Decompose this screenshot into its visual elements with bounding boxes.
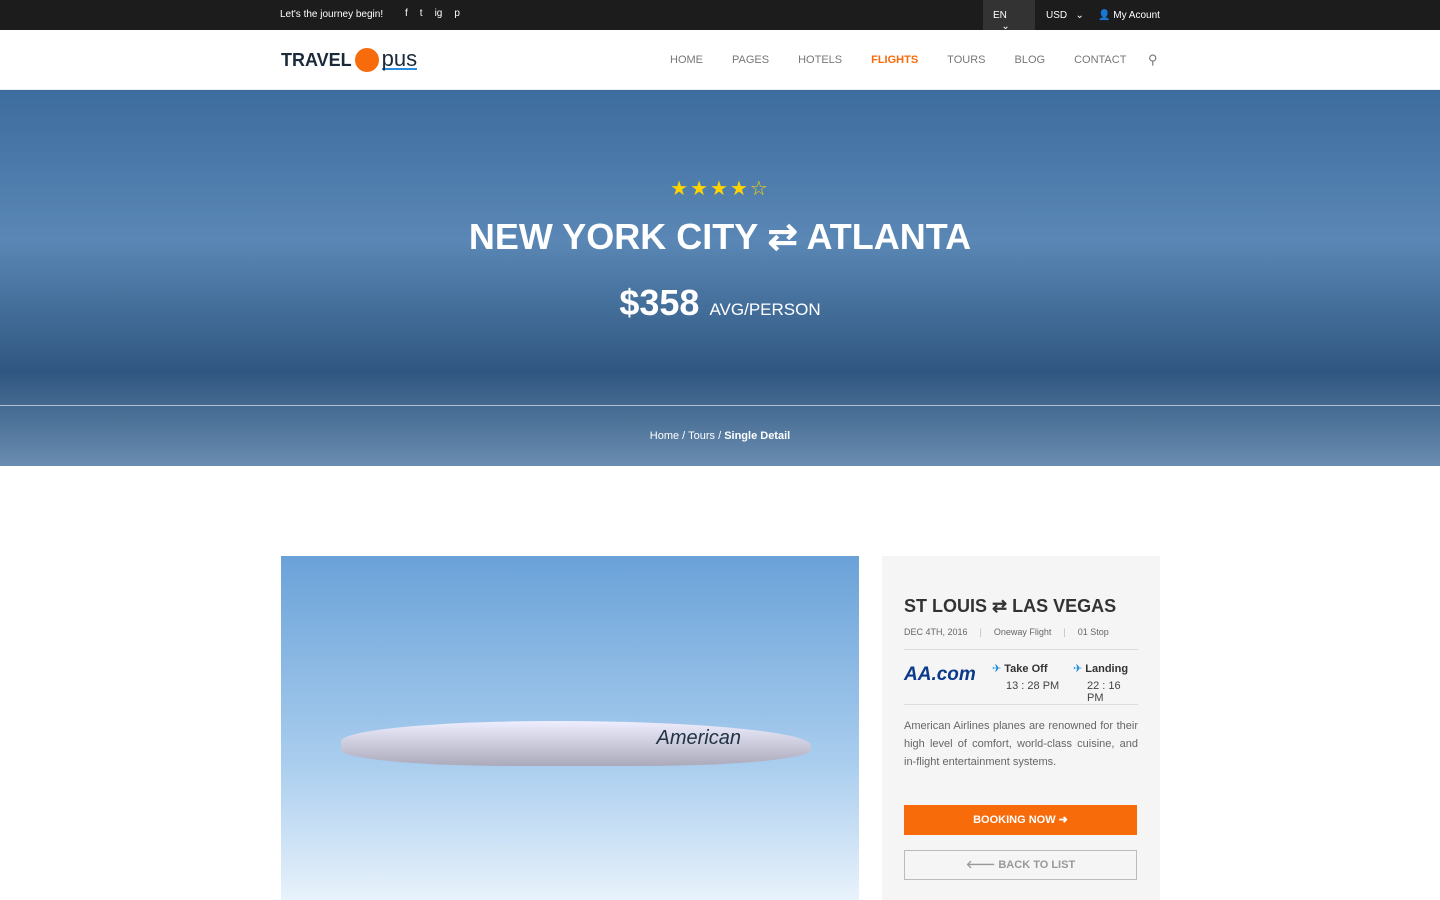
flight-photo: American [281, 556, 859, 900]
destination: ATLANTA [806, 216, 972, 257]
language-select[interactable]: EN ⌄ [983, 0, 1035, 32]
logo-text: TRAVEL [281, 49, 352, 70]
card-origin: ST LOUIS [904, 596, 988, 616]
instagram-icon[interactable]: ig [435, 8, 443, 19]
top-bar: Let's the journey begin! f t ig p EN ⌄ U… [0, 0, 1440, 32]
nav-blog[interactable]: BLOG [1014, 54, 1045, 66]
swap-arrows-icon: ⇄ [767, 216, 798, 257]
card-destination: LAS VEGAS [1012, 596, 1117, 616]
flight-description: American Airlines planes are renowned fo… [904, 720, 1138, 768]
flight-date: DEC 4TH, 2016 [904, 627, 968, 637]
swap-arrows-icon: ⇄ [992, 596, 1008, 616]
plane-icon: ✈ [992, 663, 1002, 675]
tagline: Let's the journey begin! [280, 9, 384, 20]
facebook-icon[interactable]: f [405, 8, 408, 19]
search-icon[interactable]: ⚲ [1148, 52, 1158, 68]
social-links: f t ig p [405, 8, 460, 19]
origin: NEW YORK CITY [468, 216, 758, 257]
booking-now-button[interactable]: BOOKING NOW ➜ [904, 805, 1137, 835]
currency-value: USD [1046, 10, 1068, 21]
takeoff-label: Take Off [1004, 663, 1048, 675]
nav-home[interactable]: HOME [670, 54, 703, 66]
plane-icon: ✈ [1073, 663, 1083, 675]
nav-tours[interactable]: TOURS [947, 54, 985, 66]
main-nav: TRAVEL pus HOME PAGES HOTELS FLIGHTS TOUR… [0, 30, 1440, 90]
breadcrumb-current: Single Detail [724, 430, 791, 442]
divider [0, 405, 1440, 406]
rating-stars: ★★★★☆ [670, 178, 770, 200]
logo-dot [354, 48, 379, 72]
price-value: $358 [619, 282, 700, 323]
card-route: ST LOUIS ⇄ LAS VEGAS [904, 596, 1138, 617]
user-icon: 👤 [1098, 10, 1111, 21]
flight-card: ST LOUIS ⇄ LAS VEGAS DEC 4TH, 2016 | Onewa… [882, 556, 1160, 900]
price: $358 AVG/PERSON [0, 282, 1440, 324]
flight-type: Oneway Flight [993, 627, 1052, 637]
breadcrumb: Home / Tours / Single Detail [649, 430, 791, 442]
logo-text-2: pus [381, 46, 418, 71]
nav-pages[interactable]: PAGES [732, 54, 769, 66]
currency-select[interactable]: USD ⌄ [1046, 10, 1084, 21]
hero-banner: ★★★★☆ NEW YORK CITY ⇄ ATLANTA $358 AVG/P… [0, 90, 1440, 466]
landing-time: 22 : 16 PM [1087, 680, 1121, 704]
airline-logo: AA.com [904, 664, 976, 685]
my-account-link[interactable]: 👤 My Acount [1098, 10, 1160, 21]
logo[interactable]: TRAVEL pus [281, 46, 418, 72]
account-label: My Acount [1113, 10, 1160, 21]
nav-flights[interactable]: FLIGHTS [871, 54, 918, 66]
nav-contact[interactable]: CONTACT [1074, 54, 1126, 66]
nav-hotels[interactable]: HOTELS [798, 54, 842, 66]
breadcrumb-tours[interactable]: Tours [688, 430, 715, 442]
twitter-icon[interactable]: t [420, 8, 423, 19]
route-title: NEW YORK CITY ⇄ ATLANTA [0, 216, 1440, 258]
landing-label: Landing [1085, 663, 1129, 675]
takeoff-time: 13 : 28 PM [1006, 680, 1060, 692]
price-unit: AVG/PERSON [709, 300, 821, 319]
airplane-image: American [341, 721, 811, 766]
breadcrumb-home[interactable]: Home [650, 430, 679, 442]
pinterest-icon[interactable]: p [454, 8, 460, 19]
language-value: EN [993, 10, 1007, 21]
chevron-down-icon: ⌄ [1069, 10, 1084, 21]
flight-stops: 01 Stop [1077, 627, 1109, 637]
back-to-list-button[interactable]: 🡐 BACK TO LIST [904, 850, 1137, 880]
